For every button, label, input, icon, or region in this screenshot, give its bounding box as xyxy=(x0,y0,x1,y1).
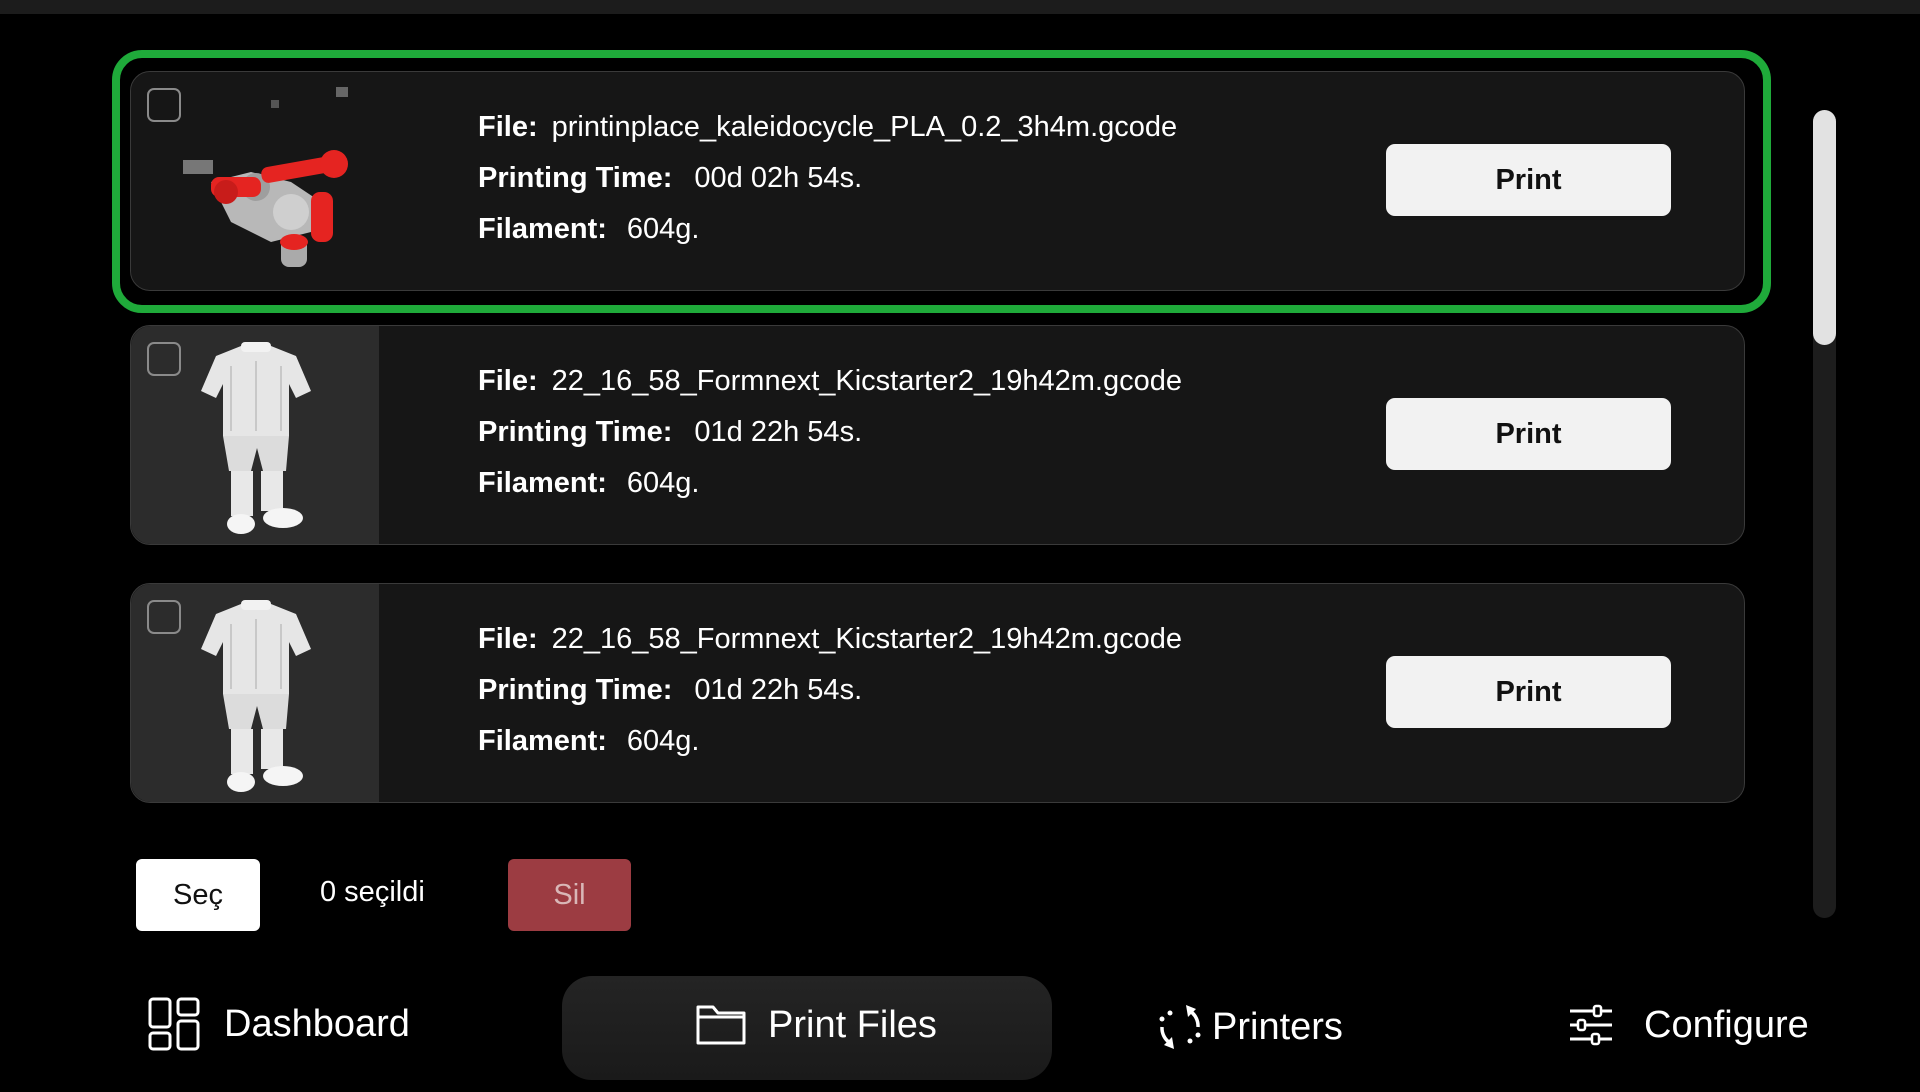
nav-configure-label: Configure xyxy=(1644,1003,1809,1046)
file-thumbnail xyxy=(131,584,379,802)
file-thumbnail xyxy=(131,72,379,290)
nav-print-files-label: Print Files xyxy=(768,1003,937,1046)
filament-value: 604g. xyxy=(626,213,700,245)
file-name: 22_16_58_Formnext_Kicstarter2_19h42m.gco… xyxy=(551,623,1182,655)
filament-value: 604g. xyxy=(626,467,700,499)
scrollbar-thumb[interactable] xyxy=(1813,110,1836,345)
nav-printers[interactable]: Printers xyxy=(1156,1003,1343,1051)
printing-time-value: 00d 02h 54s. xyxy=(694,162,863,194)
file-name: printinplace_kaleidocycle_PLA_0.2_3h4m.g… xyxy=(551,111,1178,143)
filament-label: Filament: xyxy=(478,213,607,245)
filament-label: Filament: xyxy=(478,725,607,757)
nav-printers-label: Printers xyxy=(1212,1005,1343,1048)
select-button[interactable]: Seç xyxy=(136,859,260,931)
nav-dashboard[interactable]: Dashboard xyxy=(148,997,410,1051)
file-info: File: 22_16_58_Formnext_Kicstarter2_19h42… xyxy=(478,356,1182,509)
file-checkbox[interactable] xyxy=(147,342,181,376)
delete-button[interactable]: Sil xyxy=(508,859,631,931)
outfit-model-icon xyxy=(201,600,311,792)
file-label: File: xyxy=(478,111,538,143)
file-thumbnail xyxy=(131,326,379,544)
printing-time-value: 01d 22h 54s. xyxy=(694,674,863,706)
file-card[interactable]: File: printinplace_kaleidocycle_PLA_0.2_3… xyxy=(130,71,1745,291)
bottom-navigation: Dashboard Print Files Printers Configure xyxy=(0,970,1920,1092)
print-button[interactable]: Print xyxy=(1386,144,1671,216)
scrollbar[interactable] xyxy=(1813,110,1836,918)
kaleidocycle-model-icon xyxy=(183,87,348,267)
filament-label: Filament: xyxy=(478,467,607,499)
printing-time-label: Printing Time: xyxy=(478,162,673,194)
sliders-icon xyxy=(1570,1004,1612,1046)
nav-configure[interactable]: Configure xyxy=(1568,1003,1809,1047)
sync-icon xyxy=(1159,1005,1201,1049)
nav-print-files[interactable]: Print Files xyxy=(696,1003,937,1047)
file-label: File: xyxy=(478,623,538,655)
print-button[interactable]: Print xyxy=(1386,656,1671,728)
top-bar xyxy=(0,0,1920,14)
file-info: File: printinplace_kaleidocycle_PLA_0.2_3… xyxy=(478,102,1177,255)
file-checkbox[interactable] xyxy=(147,600,181,634)
selected-count: 0 seçildi xyxy=(320,876,425,908)
file-card[interactable]: File: 22_16_58_Formnext_Kicstarter2_19h42… xyxy=(130,325,1745,545)
filament-value: 604g. xyxy=(626,725,700,757)
file-label: File: xyxy=(478,365,538,397)
print-button[interactable]: Print xyxy=(1386,398,1671,470)
folder-icon xyxy=(696,1005,746,1045)
printing-time-label: Printing Time: xyxy=(478,416,673,448)
outfit-model-icon xyxy=(201,342,311,534)
printing-time-label: Printing Time: xyxy=(478,674,673,706)
file-name: 22_16_58_Formnext_Kicstarter2_19h42m.gco… xyxy=(551,365,1182,397)
nav-dashboard-label: Dashboard xyxy=(224,1002,410,1045)
printing-time-value: 01d 22h 54s. xyxy=(694,416,863,448)
file-info: File: 22_16_58_Formnext_Kicstarter2_19h42… xyxy=(478,614,1182,767)
file-card[interactable]: File: 22_16_58_Formnext_Kicstarter2_19h42… xyxy=(130,583,1745,803)
file-checkbox[interactable] xyxy=(147,88,181,122)
grid-icon xyxy=(148,997,200,1051)
